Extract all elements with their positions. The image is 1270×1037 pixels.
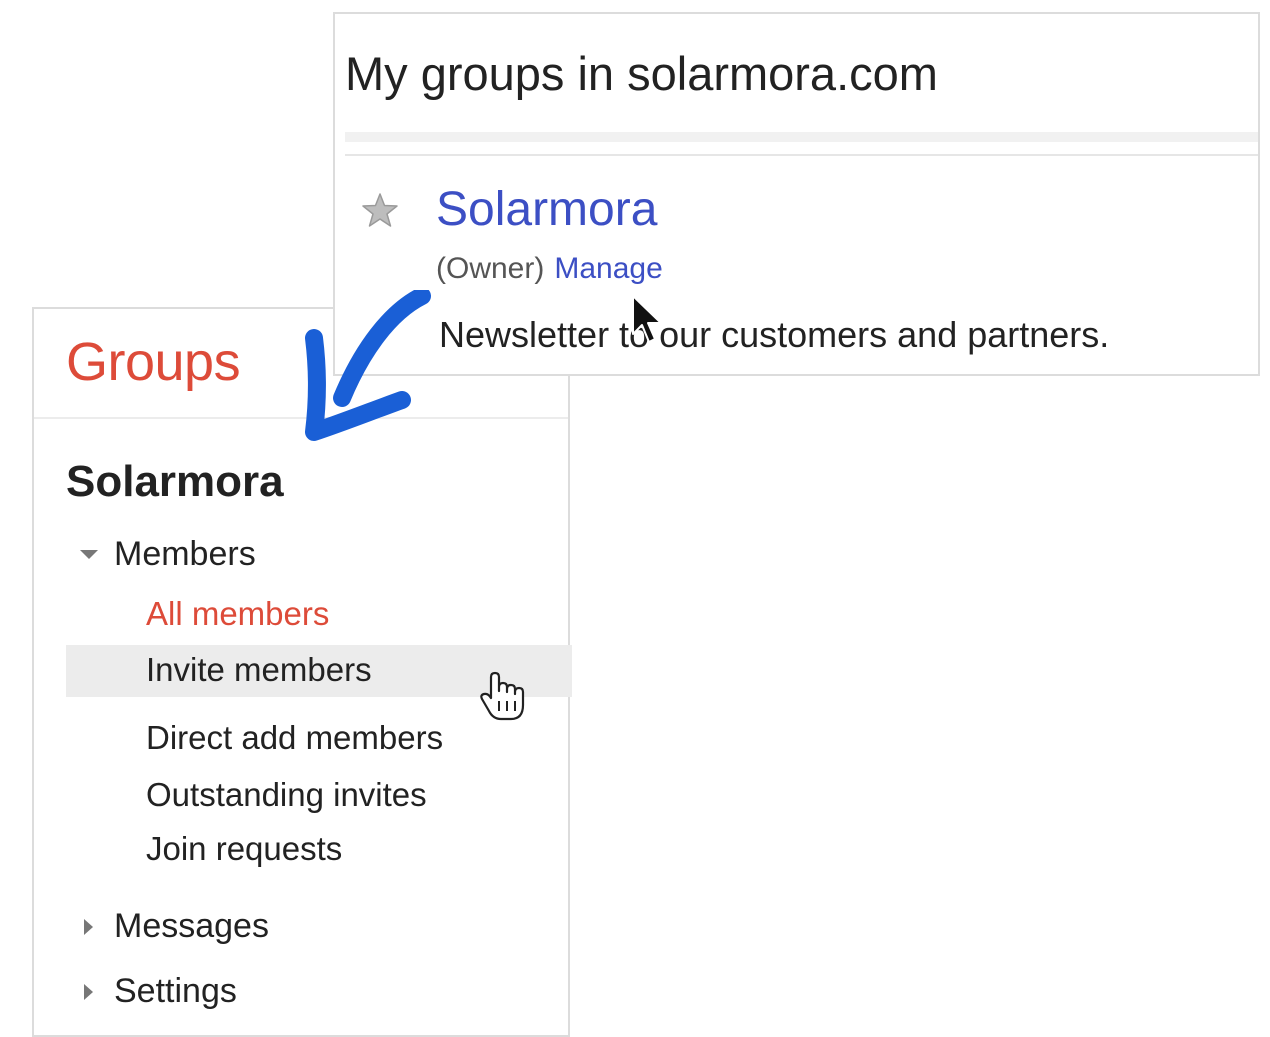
my-groups-panel: My groups in solarmora.com Solarmora (Ow… — [333, 12, 1260, 376]
nav-section-members-label: Members — [114, 535, 256, 573]
group-role-line: (Owner) Manage — [436, 252, 663, 286]
nav-item-outstanding-invites[interactable]: Outstanding invites — [146, 776, 427, 814]
nav-section-settings-label: Settings — [114, 972, 237, 1010]
nav-item-direct-add-members[interactable]: Direct add members — [146, 719, 443, 757]
nav-section-messages[interactable]: Messages — [80, 907, 269, 946]
chevron-right-icon — [80, 918, 114, 935]
star-icon[interactable] — [361, 192, 399, 228]
nav-section-messages-label: Messages — [114, 907, 269, 945]
chevron-right-icon — [80, 983, 114, 1000]
nav-item-all-members[interactable]: All members — [146, 595, 329, 633]
group-link-solarmora[interactable]: Solarmora — [436, 182, 657, 237]
chevron-down-icon — [80, 550, 114, 559]
title-divider-line — [345, 154, 1258, 156]
annotation-arrow — [305, 290, 431, 441]
manage-link[interactable]: Manage — [554, 252, 662, 285]
nav-section-settings[interactable]: Settings — [80, 972, 237, 1011]
my-groups-title: My groups in solarmora.com — [345, 47, 938, 100]
title-divider-band — [345, 132, 1258, 142]
group-name-heading: Solarmora — [66, 457, 284, 506]
nav-section-members[interactable]: Members — [80, 535, 256, 574]
group-description: Newsletter to our customers and partners… — [439, 314, 1110, 355]
nav-item-join-requests[interactable]: Join requests — [146, 830, 342, 868]
app-title[interactable]: Groups — [66, 331, 241, 393]
nav-item-invite-members[interactable]: Invite members — [146, 651, 372, 689]
group-role: (Owner) — [436, 252, 545, 285]
hand-cursor-icon — [480, 671, 525, 721]
arrow-cursor-icon — [632, 295, 662, 343]
